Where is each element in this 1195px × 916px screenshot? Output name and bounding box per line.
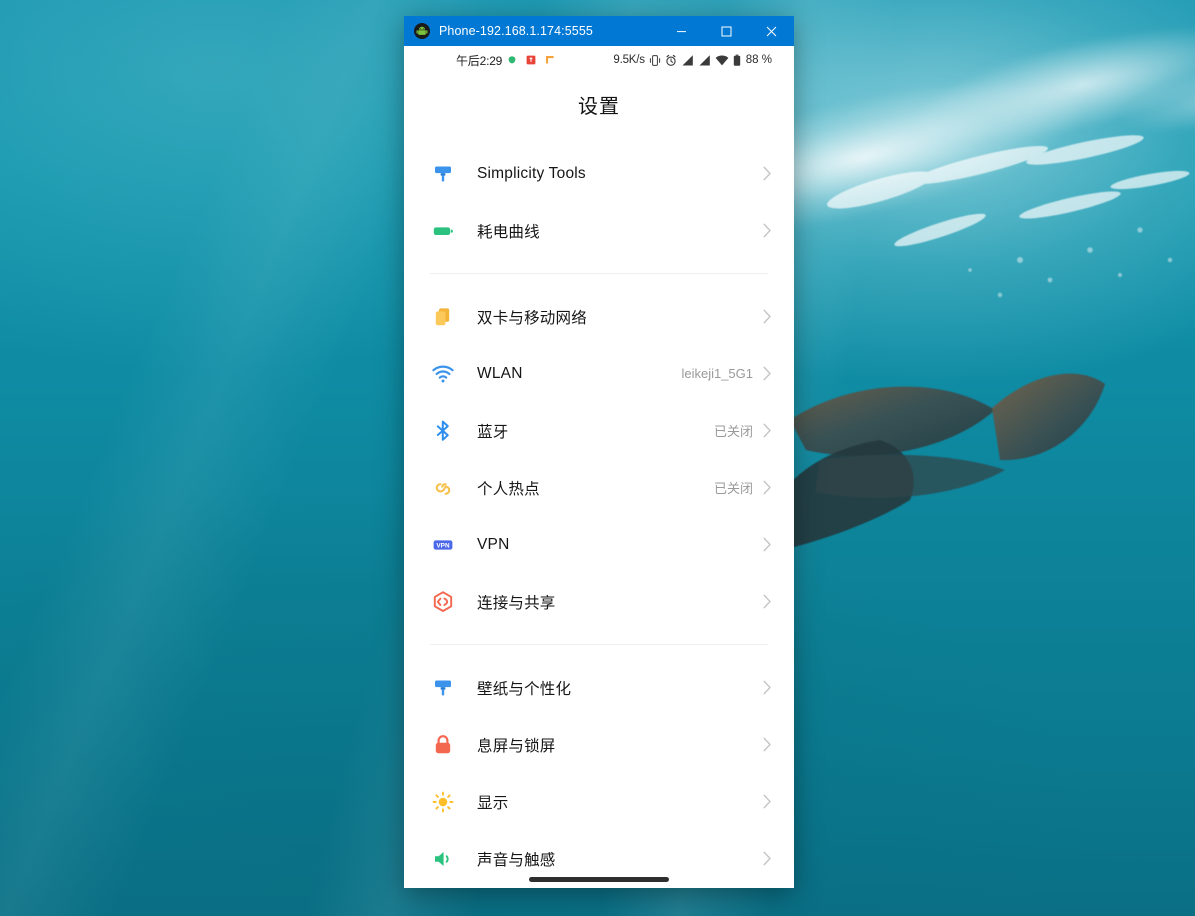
settings-row-label: 声音与触感 [477, 851, 556, 869]
chevron-right-icon [763, 223, 771, 238]
wallpaper-brush-icon [430, 675, 456, 701]
settings-row-hotspot[interactable]: 个人热点 已关闭 [404, 459, 794, 516]
chevron-right-icon [763, 594, 771, 609]
personalization-group: 壁纸与个性化 息屏与锁屏 显示 声音与触感 [404, 659, 794, 887]
settings-row-wlan[interactable]: WLAN leikeji1_5G1 [404, 345, 794, 402]
connect-share-icon [430, 589, 456, 615]
settings-row-value: leikeji1_5G1 [681, 366, 753, 381]
chevron-right-icon [763, 480, 771, 495]
status-bar-right: 9.5K/s 88 % [613, 54, 772, 67]
settings-row-label: 显示 [477, 794, 509, 812]
status-time: 午后2:29 [456, 53, 503, 68]
whale-tail-decoration [760, 373, 1105, 555]
settings-list: Simplicity Tools 耗电曲线 双卡与移动网络 WLAN leike… [404, 145, 794, 887]
phone-mirror-window: Phone-192.168.1.174:5555 午后2:29 9.5K/s 8… [404, 16, 794, 888]
chevron-right-icon [763, 366, 771, 381]
maximize-button[interactable] [704, 16, 749, 46]
vpn-badge-icon: VPN [430, 532, 456, 558]
group-divider [430, 273, 768, 274]
settings-row-value: 已关闭 [713, 481, 753, 496]
signal-sim2-icon [699, 54, 710, 65]
settings-row-vpn[interactable]: VPN VPN [404, 516, 794, 573]
settings-row-label: 蓝牙 [477, 423, 509, 441]
group-divider [430, 644, 768, 645]
settings-row-lockscreen[interactable]: 息屏与锁屏 [404, 716, 794, 773]
settings-row-value: 已关闭 [713, 424, 753, 439]
wifi-icon [715, 55, 729, 65]
battery-icon [733, 54, 740, 66]
settings-row-bluetooth[interactable]: 蓝牙 已关闭 [404, 402, 794, 459]
minimize-button[interactable] [659, 16, 704, 46]
settings-row-label: VPN [477, 535, 510, 553]
green-app-dot-icon [508, 56, 516, 64]
signal-sim1-icon [682, 54, 693, 65]
settings-row-wallpaper[interactable]: 壁纸与个性化 [404, 659, 794, 716]
settings-row-display[interactable]: 显示 [404, 773, 794, 830]
home-gesture-bar[interactable] [529, 877, 669, 882]
settings-row-label: 连接与共享 [477, 594, 556, 612]
settings-row-label: 壁纸与个性化 [477, 680, 572, 698]
sim-cards-icon [430, 304, 456, 330]
wifi-icon [430, 361, 456, 387]
speaker-icon [430, 846, 456, 872]
battery-percent: 88 % [745, 54, 772, 66]
vibrate-icon [649, 54, 660, 66]
chevron-right-icon [763, 737, 771, 752]
bluetooth-icon [430, 418, 456, 444]
status-bar-left: 午后2:29 [456, 52, 555, 69]
alarm-clock-icon [666, 54, 676, 66]
lock-icon [430, 732, 456, 758]
settings-row-label: 双卡与移动网络 [477, 309, 587, 327]
settings-row-simplicity-tools[interactable]: Simplicity Tools [404, 145, 794, 202]
desktop-wallpaper: Phone-192.168.1.174:5555 午后2:29 9.5K/s 8… [0, 0, 1195, 916]
tools-group: Simplicity Tools 耗电曲线 [404, 145, 794, 259]
android-robot-icon [414, 23, 430, 39]
chevron-right-icon [763, 537, 771, 552]
settings-row-label: 息屏与锁屏 [477, 737, 556, 755]
settings-row-label: Simplicity Tools [477, 164, 586, 182]
window-titlebar[interactable]: Phone-192.168.1.174:5555 [404, 16, 794, 46]
settings-row-label: WLAN [477, 364, 523, 382]
water-surface-caustics [827, 135, 1190, 298]
window-title: Phone-192.168.1.174:5555 [439, 24, 593, 38]
hotspot-icon [430, 475, 456, 501]
red-app-badge-icon [526, 55, 536, 65]
paint-roller-icon [430, 161, 456, 187]
chevron-right-icon [763, 680, 771, 695]
android-status-bar: 午后2:29 9.5K/s 88 % [404, 46, 794, 74]
battery-curve-icon [430, 218, 456, 244]
settings-row-label: 耗电曲线 [477, 223, 540, 241]
window-controls [659, 16, 794, 46]
settings-row-dual-sim[interactable]: 双卡与移动网络 [404, 288, 794, 345]
chevron-right-icon [763, 166, 771, 181]
chevron-right-icon [763, 851, 771, 866]
settings-row-connect-share[interactable]: 连接与共享 [404, 573, 794, 630]
chevron-right-icon [763, 309, 771, 324]
settings-row-battery-curve[interactable]: 耗电曲线 [404, 202, 794, 259]
settings-row-label: 个人热点 [477, 480, 540, 498]
chevron-right-icon [763, 794, 771, 809]
orange-app-badge-icon [546, 56, 554, 64]
chevron-right-icon [763, 423, 771, 438]
connectivity-group: 双卡与移动网络 WLAN leikeji1_5G1 蓝牙 已关闭 个人热点 已关… [404, 288, 794, 630]
page-title: 设置 [578, 96, 620, 118]
svg-text:VPN: VPN [436, 542, 450, 549]
brightness-sun-icon [430, 789, 456, 815]
close-button[interactable] [749, 16, 794, 46]
network-speed: 9.5K/s [613, 54, 645, 66]
phone-screen[interactable]: 午后2:29 9.5K/s 88 % 设置 Simplicity Tools 耗… [404, 46, 794, 888]
